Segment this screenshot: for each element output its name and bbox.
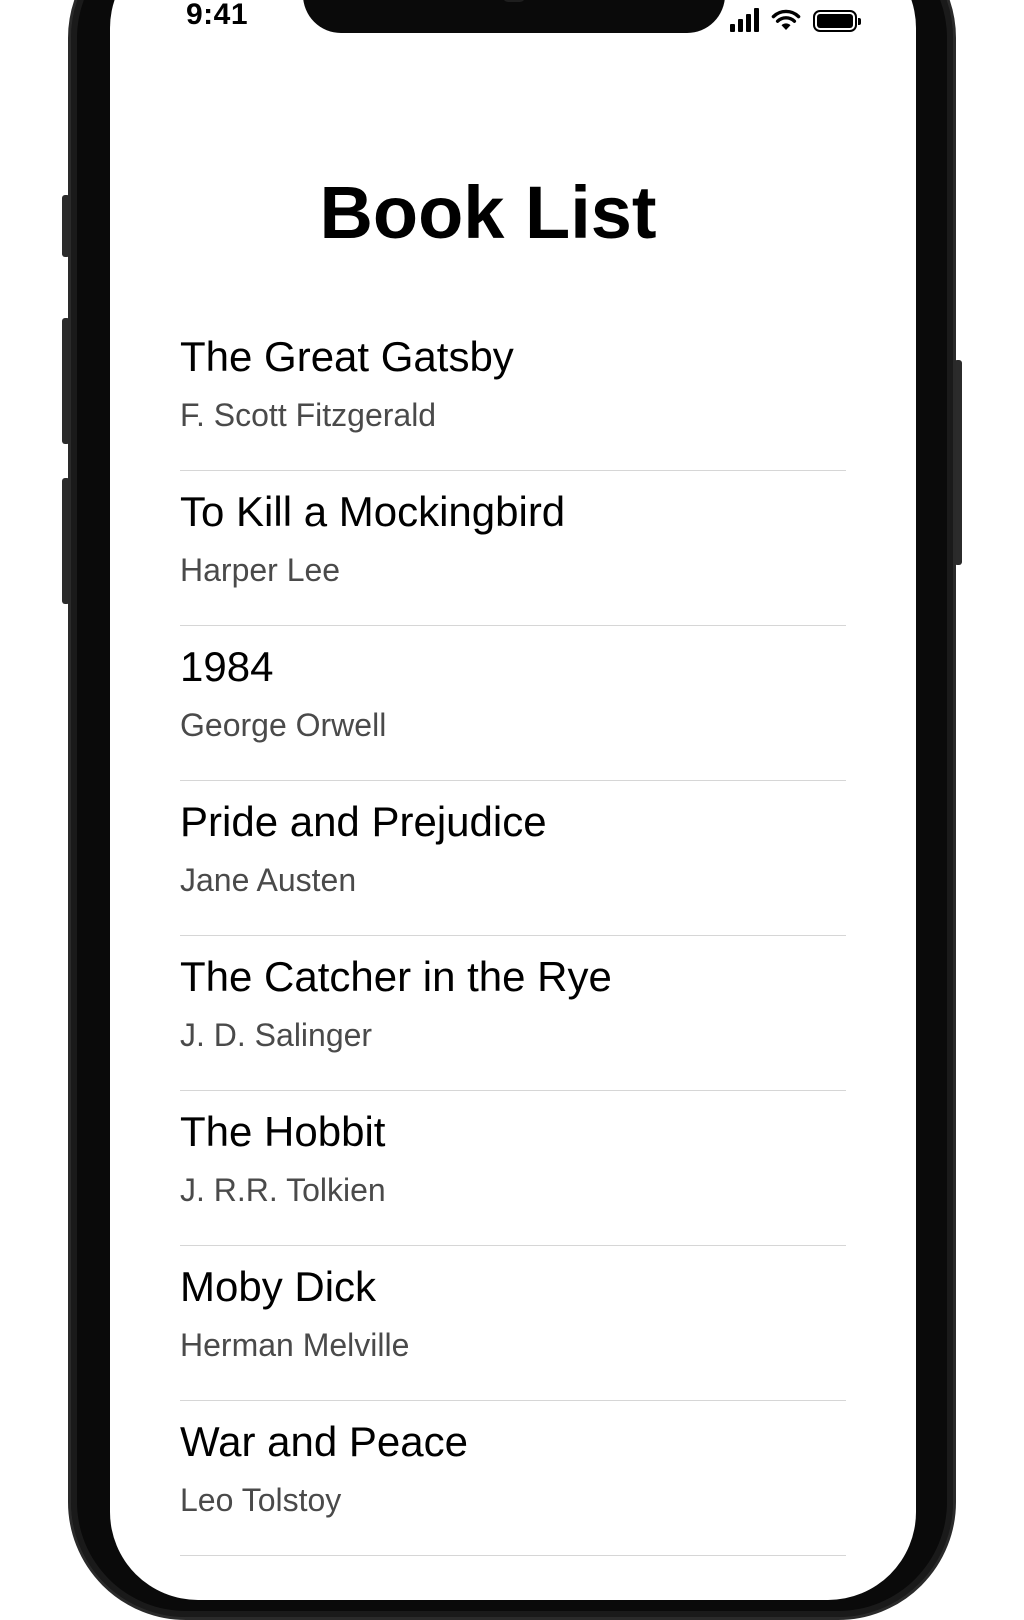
book-list-item[interactable]: 1984 George Orwell: [180, 626, 846, 781]
book-author: Leo Tolstoy: [180, 1482, 342, 1518]
book-author: George Orwell: [180, 707, 387, 743]
book-list-item[interactable]: To Kill a Mockingbird Harper Lee: [180, 471, 846, 626]
book-author: J. R.R. Tolkien: [180, 1172, 386, 1208]
book-author: Jane Austen: [180, 862, 357, 898]
book-title: The Catcher in the Rye: [180, 953, 612, 1000]
book-title: To Kill a Mockingbird: [180, 488, 566, 535]
status-icons: [730, 2, 861, 32]
book-list-item[interactable]: War and Peace Leo Tolstoy: [180, 1401, 846, 1556]
camera-icon: [503, 0, 525, 2]
wifi-icon: [771, 9, 801, 30]
status-time: 9:41: [186, 0, 249, 31]
book-author: F. Scott Fitzgerald: [180, 397, 437, 433]
book-author: Herman Melville: [180, 1327, 410, 1363]
book-title: The Great Gatsby: [180, 333, 514, 380]
book-title: Moby Dick: [180, 1263, 377, 1310]
book-list-item[interactable]: The Hobbit J. R.R. Tolkien: [180, 1091, 846, 1246]
book-title: 1984: [180, 643, 274, 690]
book-author: Harper Lee: [180, 552, 341, 588]
notch: [303, 0, 725, 33]
phone-screen: 9:41 Book List The Great Gatsby F. Scott…: [110, 0, 916, 1600]
book-title: The Hobbit: [180, 1108, 386, 1155]
book-list-item[interactable]: The Great Gatsby F. Scott Fitzgerald: [180, 316, 846, 471]
book-title: Pride and Prejudice: [180, 798, 547, 845]
book-title: War and Peace: [180, 1418, 468, 1465]
cellular-signal-icon: [730, 8, 759, 32]
book-list-item[interactable]: The Catcher in the Rye J. D. Salinger: [180, 936, 846, 1091]
page-title: Book List: [319, 171, 657, 254]
book-list-item[interactable]: Moby Dick Herman Melville: [180, 1246, 846, 1401]
battery-icon: [813, 10, 861, 32]
book-author: J. D. Salinger: [180, 1017, 373, 1053]
book-list-item[interactable]: Pride and Prejudice Jane Austen: [180, 781, 846, 936]
book-list: The Great Gatsby F. Scott Fitzgerald To …: [180, 316, 846, 1556]
